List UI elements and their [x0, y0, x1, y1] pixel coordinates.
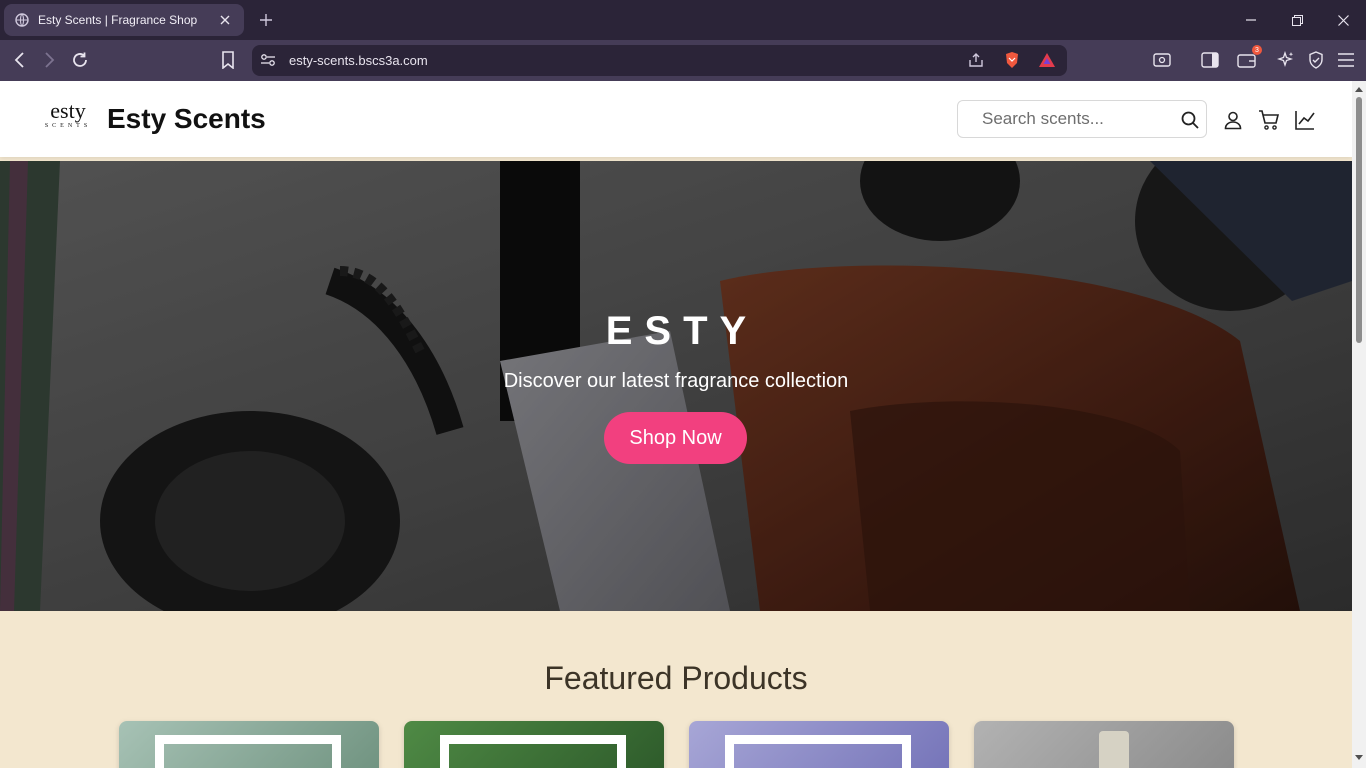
account-icon[interactable]	[1221, 108, 1245, 132]
wallet-badge: 3	[1252, 45, 1262, 55]
site-logo[interactable]: esty SCENTS	[38, 98, 98, 135]
globe-icon	[14, 12, 30, 28]
shop-now-button[interactable]: Shop Now	[604, 412, 747, 464]
hero-subtitle: Discover our latest fragrance collection	[503, 370, 849, 392]
scrollbar-thumb[interactable]	[1356, 97, 1362, 343]
share-icon[interactable]	[966, 50, 986, 70]
search-input[interactable]	[982, 108, 1172, 130]
hero-banner: ESTY Discover our latest fragrance colle…	[0, 161, 1352, 611]
brave-rewards-icon[interactable]	[1037, 50, 1057, 70]
reader-mode-icon[interactable]	[1150, 48, 1174, 72]
tab-title: Esty Scents | Fragrance Shop	[38, 13, 198, 27]
logo-tagline: SCENTS	[44, 123, 92, 129]
brave-shields-icon[interactable]	[1002, 50, 1022, 70]
product-card[interactable]	[119, 721, 379, 768]
menu-icon[interactable]	[1334, 48, 1358, 72]
reload-icon[interactable]	[68, 48, 92, 72]
product-card[interactable]	[974, 721, 1234, 768]
product-card[interactable]	[689, 721, 949, 768]
scroll-up-icon[interactable]	[1355, 85, 1363, 93]
product-image	[440, 735, 626, 768]
vpn-shield-icon[interactable]	[1304, 48, 1328, 72]
leo-ai-icon[interactable]	[1274, 48, 1298, 72]
product-image	[155, 735, 341, 768]
product-image	[725, 735, 911, 768]
window-controls	[1228, 0, 1366, 40]
bookmark-icon[interactable]	[216, 48, 240, 72]
logo-wordmark: esty	[50, 98, 86, 123]
browser-toolbar: esty-scents.bscs3a.com 3	[0, 40, 1366, 81]
site-header: esty SCENTS Esty Scents	[0, 81, 1352, 157]
site-settings-icon[interactable]	[258, 50, 278, 70]
search-icon[interactable]	[1180, 110, 1200, 130]
forward-icon[interactable]	[37, 48, 61, 72]
close-window-icon[interactable]	[1320, 0, 1366, 40]
url-text: esty-scents.bscs3a.com	[289, 53, 428, 68]
scroll-down-icon[interactable]	[1355, 754, 1363, 762]
product-image	[1099, 731, 1129, 768]
browser-tab[interactable]: Esty Scents | Fragrance Shop	[4, 4, 244, 36]
back-icon[interactable]	[8, 48, 32, 72]
restore-icon[interactable]	[1274, 0, 1320, 40]
page-viewport: esty SCENTS Esty Scents Search scents...…	[0, 81, 1352, 768]
cart-icon[interactable]	[1257, 108, 1281, 132]
site-name[interactable]: Esty Scents	[107, 103, 266, 135]
minimize-icon[interactable]	[1228, 0, 1274, 40]
page-scrollbar[interactable]	[1352, 81, 1366, 768]
new-tab-icon[interactable]	[256, 10, 276, 30]
address-bar[interactable]: esty-scents.bscs3a.com	[252, 45, 1067, 76]
wallet-icon[interactable]: 3	[1235, 45, 1262, 72]
browser-tab-bar: Esty Scents | Fragrance Shop	[0, 0, 1366, 40]
close-tab-icon[interactable]	[216, 11, 234, 29]
product-card[interactable]	[404, 721, 664, 768]
search-box	[957, 100, 1207, 138]
featured-products-title: Featured Products	[544, 660, 808, 696]
analytics-chart-icon[interactable]	[1293, 108, 1317, 132]
sidebar-icon[interactable]	[1198, 48, 1222, 72]
hero-title: ESTY	[605, 309, 759, 353]
